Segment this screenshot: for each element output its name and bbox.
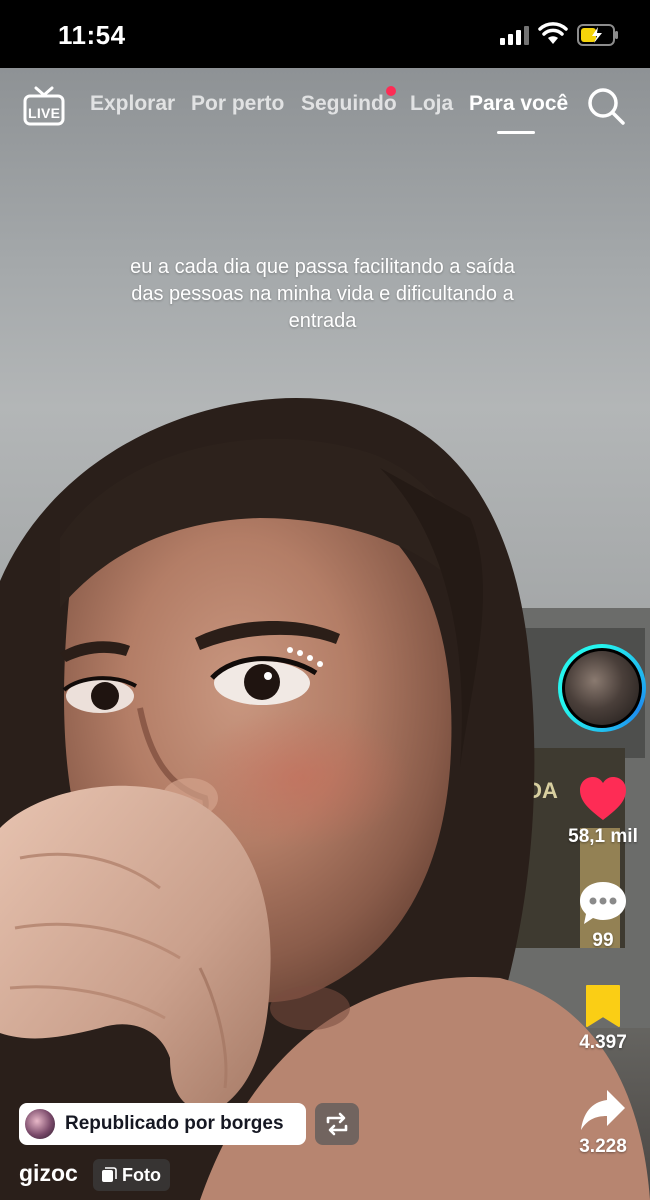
repost-button[interactable] [315,1103,359,1145]
battery-charging-icon [577,24,618,46]
tab-loja[interactable]: Loja [410,92,453,116]
creator-avatar-image [565,651,639,725]
repost-indicator[interactable]: Republicado por borges [19,1103,306,1145]
photo-illustration: IDA [0,398,650,1200]
tab-seguindo[interactable]: Seguindo [301,92,397,116]
creator-avatar[interactable] [558,644,646,732]
post-type-badge: Foto [93,1159,170,1191]
tab-para-voce[interactable]: Para você [469,92,568,116]
photo-caption: eu a cada dia que passa facilitando a sa… [130,256,515,332]
live-button[interactable]: LIVE [22,86,66,126]
heart-icon [580,777,626,820]
like-button[interactable]: 58,1 mil [568,776,638,848]
photo-icon [102,1167,117,1182]
cellular-signal-icon [500,26,529,45]
post-type-label: Foto [122,1164,161,1185]
tab-por-perto[interactable]: Por perto [191,92,284,116]
status-bar: 11:54 [0,0,650,68]
comment-button[interactable]: 99 [568,880,638,952]
tiktok-feed-screen: IDA 11:54 LIVE Explorar Por perto Seguin… [0,0,650,1200]
share-count: 3.228 [579,1136,627,1157]
creator-username[interactable]: gizoc [19,1160,78,1187]
like-count: 58,1 mil [568,826,638,847]
notification-dot [386,86,396,96]
search-icon[interactable] [586,86,626,126]
repost-label: Republicado por borges [65,1113,284,1134]
live-label: LIVE [28,105,61,121]
active-tab-indicator [497,131,535,134]
comment-icon [580,882,626,924]
post-photo[interactable]: IDA [0,68,650,1200]
bookmark-icon [586,985,620,1027]
reposter-avatar [25,1109,55,1139]
wifi-icon [538,22,568,44]
share-icon [581,1090,625,1130]
save-count: 4.397 [579,1032,627,1053]
share-button[interactable]: 3.228 [568,1088,638,1158]
tab-explorar[interactable]: Explorar [90,92,175,116]
top-navigation: LIVE Explorar Por perto Seguindo Loja Pa… [0,68,650,148]
repost-icon [326,1112,348,1136]
save-button[interactable]: 4.397 [568,984,638,1054]
comment-count: 99 [592,930,614,951]
status-time: 11:54 [58,20,126,50]
